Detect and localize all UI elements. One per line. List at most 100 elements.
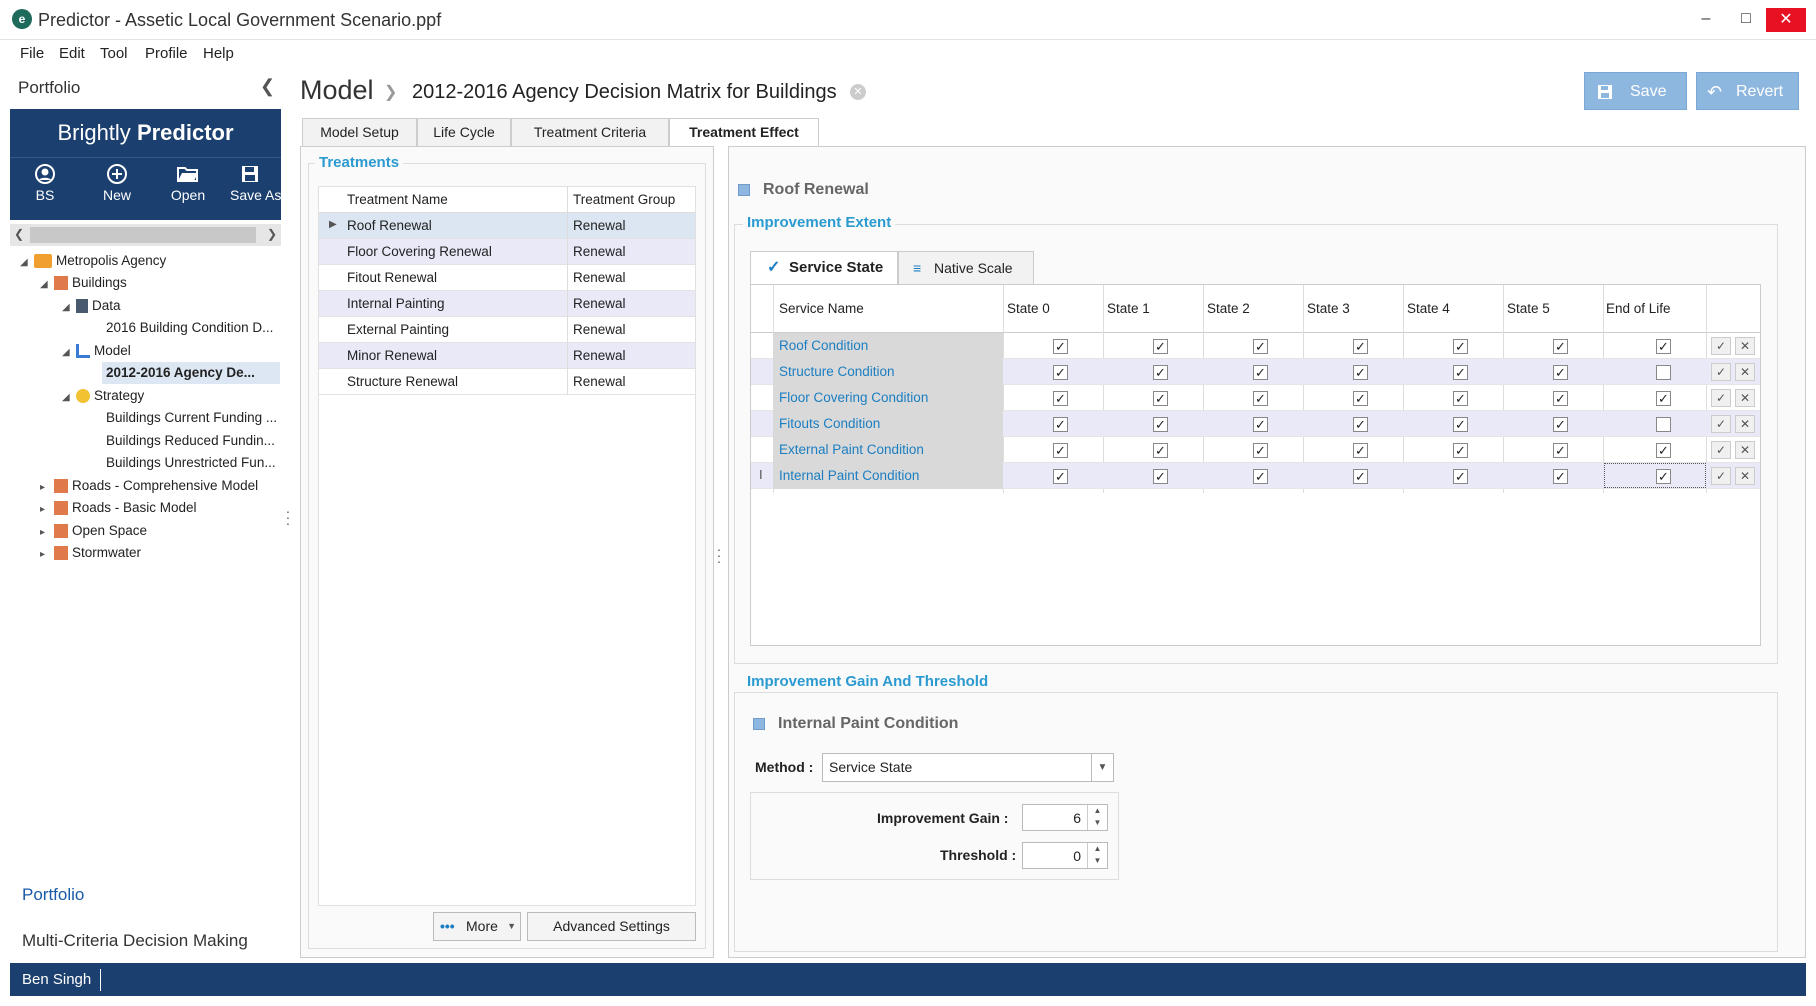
state-checkbox[interactable]: ✓ xyxy=(1353,417,1368,432)
clear-row-icon[interactable]: ✕ xyxy=(1735,337,1755,355)
table-row[interactable]: I Internal Paint Condition ✓ ✓ ✓ ✓ ✓ ✓ ✓ ✓ ✕ xyxy=(751,463,1760,489)
tree-item-metropolis[interactable]: ◢ Metropolis Agency xyxy=(20,250,166,272)
method-select[interactable]: Service State ▼ xyxy=(822,753,1114,782)
tree-item-open-space[interactable]: ▸ Open Space xyxy=(40,520,147,542)
col-state-4[interactable]: State 4 xyxy=(1407,301,1450,316)
state-checkbox[interactable]: ✓ xyxy=(1053,443,1068,458)
tree-horizontal-scrollbar[interactable]: ❮ ❯ xyxy=(10,224,281,246)
col-end-of-life[interactable]: End of Life xyxy=(1606,301,1671,316)
confirm-row-icon[interactable]: ✓ xyxy=(1711,389,1731,407)
table-row[interactable]: Internal Painting Renewal xyxy=(319,291,695,317)
clear-row-icon[interactable]: ✕ xyxy=(1735,441,1755,459)
confirm-row-icon[interactable]: ✓ xyxy=(1711,337,1731,355)
tab-native-scale[interactable]: ≡ Native Scale xyxy=(898,251,1034,285)
tab-model-setup[interactable]: Model Setup xyxy=(302,118,417,147)
state-checkbox[interactable]: ✓ xyxy=(1053,417,1068,432)
state-checkbox[interactable]: ✓ xyxy=(1353,339,1368,354)
state-checkbox[interactable]: ✓ xyxy=(1153,469,1168,484)
table-row[interactable]: Floor Covering Condition ✓ ✓ ✓ ✓ ✓ ✓ ✓ ✓ ✕ xyxy=(751,385,1760,411)
tab-treatment-criteria[interactable]: Treatment Criteria xyxy=(511,118,669,147)
state-checkbox[interactable]: ✓ xyxy=(1353,365,1368,380)
state-checkbox[interactable]: ✓ xyxy=(1353,391,1368,406)
table-row[interactable]: Fitout Renewal Renewal xyxy=(319,265,695,291)
state-checkbox[interactable]: ✓ xyxy=(1453,417,1468,432)
spin-arrows-icon[interactable]: ▲ ▼ xyxy=(1087,805,1107,830)
state-checkbox[interactable]: ✓ xyxy=(1253,339,1268,354)
clear-row-icon[interactable]: ✕ xyxy=(1735,467,1755,485)
state-checkbox[interactable]: ✓ xyxy=(1253,469,1268,484)
tree-item-buildings[interactable]: ◢ Buildings xyxy=(40,272,127,294)
clear-row-icon[interactable]: ✕ xyxy=(1735,363,1755,381)
service-name-cell[interactable]: Fitouts Condition xyxy=(779,416,880,431)
state-checkbox[interactable]: ✓ xyxy=(1353,443,1368,458)
tab-service-state[interactable]: ✓ Service State xyxy=(750,251,898,285)
col-state-3[interactable]: State 3 xyxy=(1307,301,1350,316)
state-checkbox[interactable]: ✓ xyxy=(1453,443,1468,458)
state-checkbox[interactable]: ✓ xyxy=(1153,391,1168,406)
state-checkbox[interactable]: ✓ xyxy=(1253,365,1268,380)
col-state-2[interactable]: State 2 xyxy=(1207,301,1250,316)
breadcrumb-model[interactable]: Model xyxy=(300,75,374,106)
close-document-icon[interactable]: ✕ xyxy=(850,84,866,100)
state-checkbox[interactable]: ✓ xyxy=(1656,339,1671,354)
minimize-button[interactable]: – xyxy=(1686,8,1726,32)
state-checkbox[interactable]: ✓ xyxy=(1153,417,1168,432)
panel-splitter[interactable]: ... xyxy=(717,539,721,565)
tree-item-roads-comprehensive[interactable]: ▸ Roads - Comprehensive Model xyxy=(40,475,258,497)
sidebar-splitter[interactable]: ... xyxy=(286,501,290,527)
menu-help[interactable]: Help xyxy=(203,45,234,62)
table-row[interactable]: ▶ Roof Renewal Renewal xyxy=(319,213,695,239)
scroll-right-icon[interactable]: ❯ xyxy=(267,227,277,241)
save-as-button[interactable]: Save As xyxy=(230,164,286,203)
confirm-row-icon[interactable]: ✓ xyxy=(1711,363,1731,381)
col-state-5[interactable]: State 5 xyxy=(1507,301,1550,316)
threshold-stepper[interactable]: 0 ▲ ▼ xyxy=(1022,842,1108,869)
table-row[interactable]: Fitouts Condition ✓ ✓ ✓ ✓ ✓ ✓ ✓ ✕ xyxy=(751,411,1760,437)
more-button[interactable]: ••• More ▼ xyxy=(433,912,521,941)
menu-tool[interactable]: Tool xyxy=(100,45,128,62)
service-name-cell[interactable]: Internal Paint Condition xyxy=(779,468,919,483)
table-row[interactable]: Structure Condition ✓ ✓ ✓ ✓ ✓ ✓ ✓ ✕ xyxy=(751,359,1760,385)
state-checkbox[interactable]: ✓ xyxy=(1453,391,1468,406)
confirm-row-icon[interactable]: ✓ xyxy=(1711,415,1731,433)
state-checkbox[interactable] xyxy=(1656,417,1671,432)
col-treatment-name[interactable]: Treatment Name xyxy=(347,192,448,207)
service-name-cell[interactable]: Floor Covering Condition xyxy=(779,390,928,405)
state-checkbox[interactable]: ✓ xyxy=(1253,391,1268,406)
state-checkbox[interactable]: ✓ xyxy=(1553,365,1568,380)
state-checkbox[interactable]: ✓ xyxy=(1253,443,1268,458)
state-checkbox[interactable]: ✓ xyxy=(1353,469,1368,484)
state-checkbox[interactable]: ✓ xyxy=(1053,339,1068,354)
service-name-cell[interactable]: External Paint Condition xyxy=(779,442,924,457)
col-state-0[interactable]: State 0 xyxy=(1007,301,1050,316)
spin-arrows-icon[interactable]: ▲ ▼ xyxy=(1087,843,1107,868)
state-checkbox[interactable]: ✓ xyxy=(1553,391,1568,406)
tree-item-condition-data[interactable]: 2016 Building Condition D... xyxy=(106,317,273,339)
bs-button[interactable]: BS xyxy=(15,164,75,203)
tree-item-stormwater[interactable]: ▸ Stormwater xyxy=(40,542,141,564)
table-row[interactable]: External Paint Condition ✓ ✓ ✓ ✓ ✓ ✓ ✓ ✓ ✕ xyxy=(751,437,1760,463)
open-button[interactable]: Open xyxy=(158,164,218,203)
tab-life-cycle[interactable]: Life Cycle xyxy=(417,118,511,147)
tree-item-strategy[interactable]: ◢ Strategy xyxy=(62,385,144,407)
state-checkbox[interactable]: ✓ xyxy=(1053,365,1068,380)
close-button[interactable]: ✕ xyxy=(1766,8,1806,32)
tree-item-decision-matrix[interactable]: 2012-2016 Agency De... xyxy=(102,362,280,384)
col-state-1[interactable]: State 1 xyxy=(1107,301,1150,316)
improvement-gain-stepper[interactable]: 6 ▲ ▼ xyxy=(1022,804,1108,831)
collapse-sidebar-icon[interactable]: ❮ xyxy=(260,76,275,97)
tree-item-model[interactable]: ◢ Model xyxy=(62,340,131,362)
clear-row-icon[interactable]: ✕ xyxy=(1735,389,1755,407)
tab-treatment-effect[interactable]: Treatment Effect xyxy=(669,118,819,147)
state-checkbox[interactable]: ✓ xyxy=(1656,443,1671,458)
table-row[interactable]: Floor Covering Renewal Renewal xyxy=(319,239,695,265)
table-row[interactable]: Structure Renewal Renewal xyxy=(319,369,695,395)
col-treatment-group[interactable]: Treatment Group xyxy=(573,192,675,207)
col-service-name[interactable]: Service Name xyxy=(779,301,864,316)
state-checkbox[interactable]: ✓ xyxy=(1553,417,1568,432)
table-row[interactable]: External Painting Renewal xyxy=(319,317,695,343)
confirm-row-icon[interactable]: ✓ xyxy=(1711,467,1731,485)
state-checkbox[interactable]: ✓ xyxy=(1253,417,1268,432)
advanced-settings-button[interactable]: Advanced Settings xyxy=(527,912,696,941)
scroll-left-icon[interactable]: ❮ xyxy=(14,227,24,241)
